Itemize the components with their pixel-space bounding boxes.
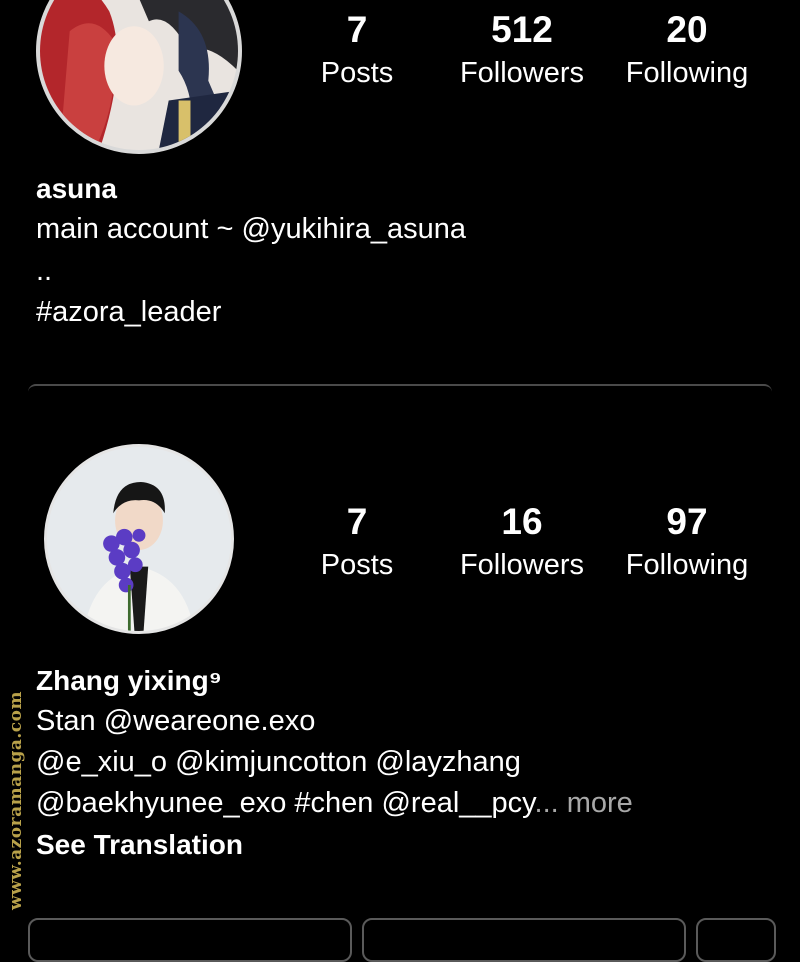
- following-stat[interactable]: 20 Following: [612, 10, 762, 90]
- more-link[interactable]: ... more: [535, 787, 633, 819]
- posts-count: 7: [346, 501, 368, 542]
- bio-line[interactable]: #azora_leader: [36, 292, 466, 333]
- followers-label: Followers: [459, 549, 585, 581]
- profile-avatar[interactable]: [44, 444, 234, 634]
- profile-name: Zhang yixing⁹: [36, 665, 222, 696]
- posts-count: 7: [346, 9, 368, 50]
- followers-stat[interactable]: 512 Followers: [447, 10, 597, 90]
- following-label: Following: [625, 57, 749, 89]
- posts-stat[interactable]: 7 Posts: [282, 502, 432, 582]
- watermark: www.azoramanga.com: [6, 691, 26, 910]
- profile-name: asuna: [36, 173, 117, 204]
- following-label: Following: [625, 549, 749, 581]
- posts-label: Posts: [320, 549, 394, 581]
- profile-bio: Zhang yixing⁹ Stan @weareone.exo @e_xiu_…: [36, 660, 633, 865]
- bio-line: @baekhyunee_exo #chen @real__pcy... more: [36, 783, 633, 824]
- bio-line-text[interactable]: @baekhyunee_exo #chen @real__pcy: [36, 787, 535, 819]
- following-count: 97: [666, 501, 708, 542]
- profile-bio: asuna main account ~ @yukihira_asuna .. …: [36, 168, 466, 333]
- posts-label: Posts: [320, 57, 394, 89]
- avatar-image: [47, 447, 231, 631]
- following-stat[interactable]: 97 Following: [612, 502, 762, 582]
- following-count: 20: [666, 9, 708, 50]
- section-divider: [28, 384, 772, 392]
- followers-count: 16: [501, 501, 543, 542]
- bio-line[interactable]: Stan @weareone.exo: [36, 701, 633, 742]
- avatar-image: [40, 0, 238, 150]
- bio-line[interactable]: main account ~ @yukihira_asuna: [36, 209, 466, 250]
- see-translation-link[interactable]: See Translation: [36, 824, 633, 865]
- followers-stat[interactable]: 16 Followers: [447, 502, 597, 582]
- follow-button[interactable]: [28, 918, 352, 962]
- profile-avatar[interactable]: [36, 0, 242, 154]
- message-button[interactable]: [362, 918, 686, 962]
- bio-line[interactable]: @e_xiu_o @kimjuncotton @layzhang: [36, 742, 633, 783]
- posts-stat[interactable]: 7 Posts: [282, 10, 432, 90]
- followers-label: Followers: [459, 57, 585, 89]
- suggested-button[interactable]: [696, 918, 776, 962]
- bio-line: ..: [36, 255, 53, 287]
- followers-count: 512: [491, 9, 553, 50]
